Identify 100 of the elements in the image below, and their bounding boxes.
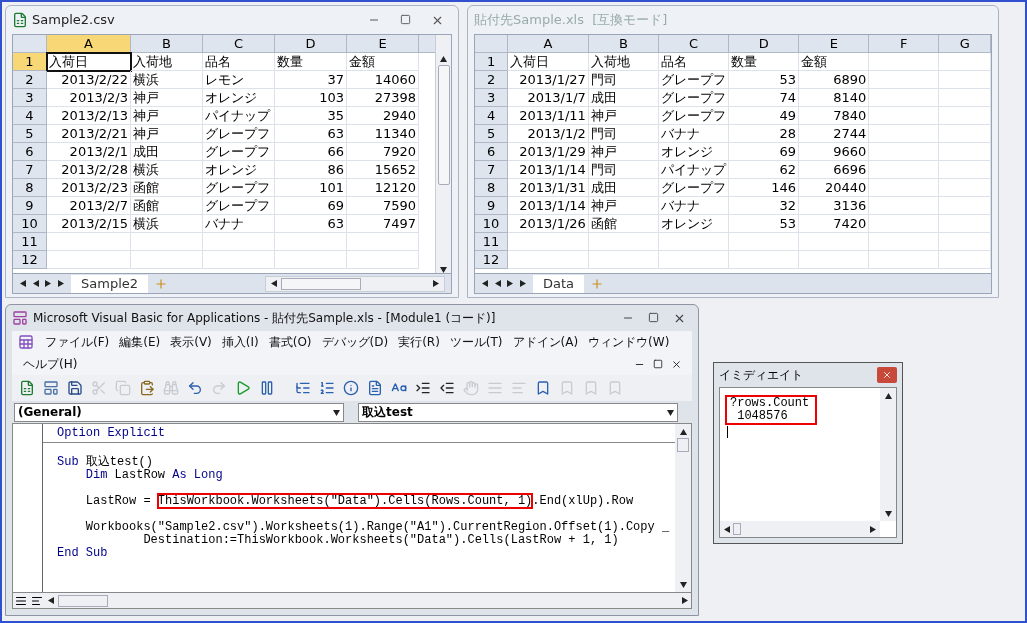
spreadsheet-icon[interactable] (19, 380, 35, 396)
restore-icon[interactable] (653, 358, 663, 369)
first-sheet-icon[interactable] (19, 280, 26, 287)
column-header[interactable]: G (939, 35, 991, 53)
close-icon[interactable] (671, 358, 682, 370)
row-header[interactable]: 9 (475, 197, 509, 215)
scroll-thumb[interactable] (733, 523, 741, 535)
object-dropdown[interactable]: (General) (14, 402, 344, 422)
row-header[interactable]: 3 (475, 89, 509, 107)
scroll-down-icon[interactable] (884, 510, 892, 517)
row-header[interactable]: 1 (475, 53, 509, 71)
menu-item[interactable]: 実行(R) (393, 332, 445, 352)
pause-icon[interactable] (259, 380, 275, 396)
row-header[interactable]: 2 (13, 71, 47, 89)
column-header[interactable]: A (47, 35, 131, 53)
list-icon[interactable] (295, 380, 311, 396)
menu-item[interactable]: ウィンドウ(W) (583, 332, 675, 352)
column-header[interactable]: E (347, 35, 419, 53)
scroll-left-icon[interactable] (270, 280, 277, 287)
row-header[interactable]: 5 (13, 125, 47, 143)
indent-icon[interactable] (415, 380, 431, 396)
maximize-icon[interactable] (648, 311, 659, 323)
module-view-icon[interactable] (31, 594, 43, 607)
row-header[interactable]: 7 (13, 161, 47, 179)
vertical-scrollbar[interactable] (435, 35, 451, 273)
vertical-scrollbar[interactable] (675, 424, 691, 592)
column-header[interactable]: B (588, 35, 659, 53)
menu-item[interactable]: デバッグ(D) (316, 332, 394, 352)
scroll-thumb[interactable] (677, 438, 689, 452)
numbered-list-icon[interactable] (319, 380, 335, 396)
bookmark-icon[interactable] (535, 380, 551, 396)
scroll-up-icon[interactable] (884, 392, 892, 399)
column-header[interactable]: D (729, 35, 800, 53)
menu-item[interactable]: 挿入(I) (216, 332, 264, 352)
row-header[interactable]: 5 (475, 125, 509, 143)
dropdown-arrow-icon[interactable] (667, 408, 674, 416)
row-header[interactable]: 9 (13, 197, 47, 215)
save-icon[interactable] (67, 380, 83, 396)
scroll-left-icon[interactable] (47, 597, 54, 604)
clipboard-icon[interactable] (139, 380, 155, 396)
vertical-scrollbar[interactable] (880, 388, 896, 521)
horizontal-scrollbar[interactable] (12, 593, 692, 609)
row-header[interactable]: 6 (13, 143, 47, 161)
outdent-icon[interactable] (439, 380, 455, 396)
horizontal-scrollbar[interactable] (265, 275, 445, 292)
form-icon[interactable] (43, 380, 59, 396)
info-icon[interactable] (343, 380, 359, 396)
row-header[interactable]: 11 (13, 233, 47, 251)
scroll-thumb[interactable] (58, 594, 108, 607)
row-header[interactable]: 3 (13, 89, 47, 107)
row-header[interactable]: 6 (475, 143, 509, 161)
scroll-thumb[interactable] (281, 277, 361, 290)
row-header[interactable]: 10 (13, 215, 47, 233)
row-header[interactable]: 12 (13, 251, 47, 269)
menu-item[interactable]: アドイン(A) (507, 332, 584, 352)
scroll-up-icon[interactable] (679, 428, 687, 435)
column-header[interactable]: E (799, 35, 870, 53)
scroll-thumb[interactable] (437, 65, 450, 185)
document-icon[interactable] (367, 380, 383, 396)
scroll-right-icon[interactable] (682, 597, 689, 604)
menu-item[interactable]: 書式(O) (263, 332, 317, 352)
column-header[interactable]: B (131, 35, 203, 53)
column-header[interactable]: F (869, 35, 940, 53)
last-sheet-icon[interactable] (58, 280, 65, 287)
row-header[interactable]: 8 (13, 179, 47, 197)
scroll-down-icon[interactable] (679, 581, 687, 588)
column-header[interactable]: C (203, 35, 275, 53)
close-button[interactable] (877, 367, 897, 383)
menu-item[interactable]: 編集(E) (114, 332, 166, 352)
row-header[interactable]: 8 (475, 179, 509, 197)
row-header[interactable]: 1 (13, 53, 47, 71)
undo-icon[interactable] (187, 380, 203, 396)
play-icon[interactable] (235, 380, 251, 396)
row-header[interactable]: 10 (475, 215, 509, 233)
row-header[interactable]: 4 (475, 107, 509, 125)
scroll-left-icon[interactable] (723, 525, 730, 533)
row-header[interactable]: 12 (475, 251, 509, 269)
column-header[interactable]: C (659, 35, 730, 53)
next-sheet-icon[interactable] (45, 280, 52, 287)
maximize-icon[interactable] (400, 13, 411, 25)
column-header[interactable]: D (275, 35, 347, 53)
code-editor[interactable] (12, 423, 692, 593)
menu-item[interactable]: ファイル(F) (40, 332, 115, 352)
scroll-right-icon[interactable] (433, 280, 440, 287)
scroll-right-icon[interactable] (870, 525, 877, 533)
next-sheet-icon[interactable] (507, 280, 514, 287)
previous-sheet-icon[interactable] (494, 280, 501, 287)
row-header[interactable]: 11 (475, 233, 509, 251)
scroll-up-icon[interactable] (440, 55, 448, 62)
menu-item[interactable]: 表示(V) (165, 332, 217, 352)
procedure-dropdown[interactable]: 取込test (358, 402, 678, 422)
sheet-tab[interactable]: Data (533, 274, 585, 293)
menu-item[interactable]: ツール(T) (444, 332, 508, 352)
sheet-tab[interactable]: Sample2 (71, 274, 148, 293)
row-header[interactable]: 4 (13, 107, 47, 125)
first-sheet-icon[interactable] (481, 280, 488, 287)
horizontal-scrollbar[interactable] (720, 521, 880, 537)
menu-item[interactable]: ヘルプ(H) (18, 354, 83, 374)
procedure-view-icon[interactable] (15, 594, 27, 607)
row-header[interactable]: 7 (475, 161, 509, 179)
